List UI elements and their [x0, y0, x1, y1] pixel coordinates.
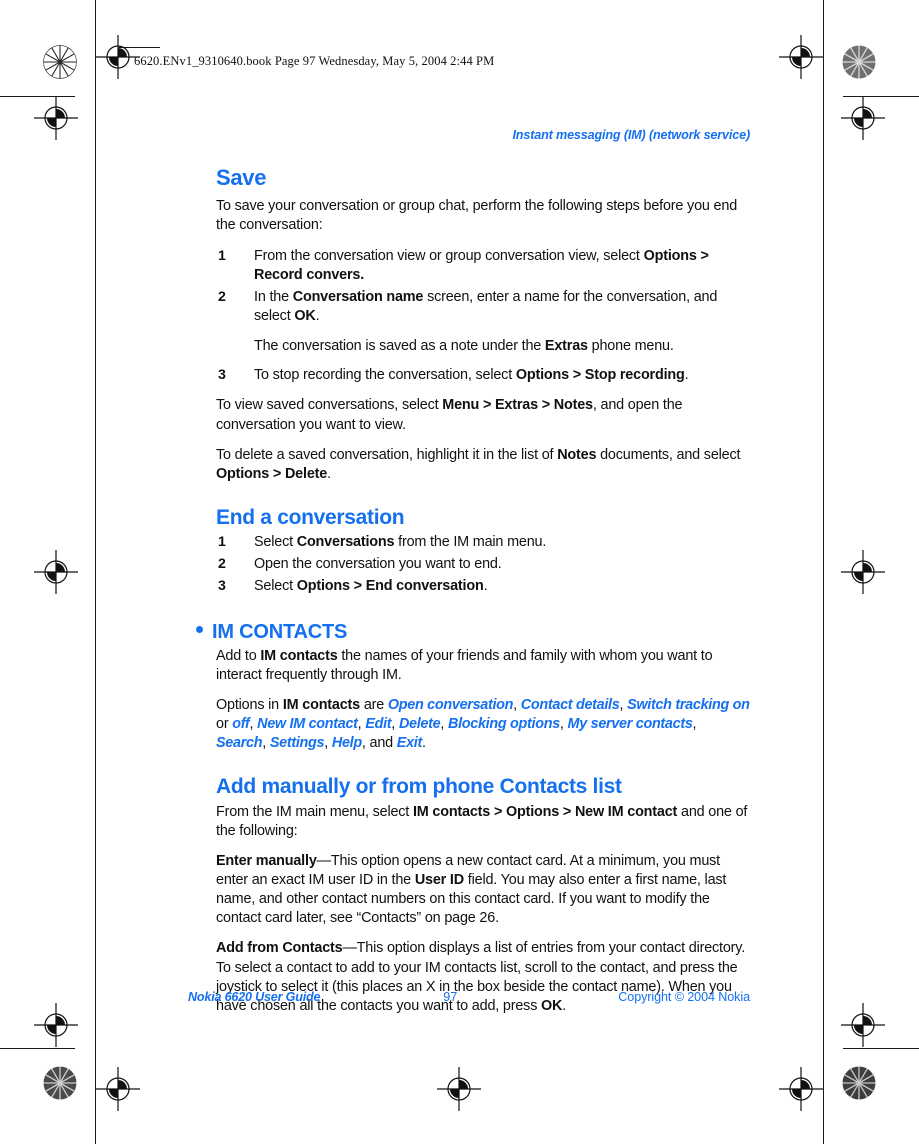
section-heading-end-conversation: End a conversation: [216, 506, 405, 530]
page-content: Instant messaging (IM) (network service)…: [196, 128, 750, 1027]
step-number: 3: [218, 578, 226, 595]
im-contacts-options-paragraph: Options in IM contacts are Open conversa…: [216, 696, 750, 752]
save-steps-list: 1 From the conversation view or group co…: [216, 247, 750, 327]
page-title: Save: [216, 165, 267, 190]
list-item: 3 Select Options > End conversation.: [216, 577, 750, 596]
footer-page-number: 97: [443, 990, 458, 1004]
registration-target: [96, 1067, 140, 1111]
registration-target: [779, 35, 823, 79]
density-star-patch: [43, 1066, 77, 1100]
step-number: 2: [218, 556, 226, 573]
trim-line-right: [823, 0, 824, 1144]
trim-line-bottom-right: [843, 1048, 919, 1049]
list-item: 2 In the Conversation name screen, enter…: [216, 288, 750, 326]
registration-target: [437, 1067, 481, 1111]
registration-target: [34, 550, 78, 594]
trim-line-header-rule: [118, 47, 160, 48]
step-number: 3: [218, 367, 226, 384]
list-item: 1 From the conversation view or group co…: [216, 247, 750, 285]
list-item: 1 Select Conversations from the IM main …: [216, 533, 750, 552]
registration-target: [34, 1003, 78, 1047]
density-star-patch: [43, 45, 77, 79]
step-text: Select Options > End conversation.: [254, 578, 488, 595]
save-substep-note: The conversation is saved as a note unde…: [254, 338, 674, 355]
view-saved-paragraph: To view saved conversations, select Menu…: [216, 397, 683, 433]
step-text: Select Conversations from the IM main me…: [254, 534, 547, 551]
im-contacts-intro-paragraph: Add to IM contacts the names of your fri…: [216, 647, 713, 683]
trim-line-top-right: [843, 96, 919, 97]
registration-target: [841, 1003, 885, 1047]
footer-guide-title: Nokia 6620 User Guide: [188, 990, 321, 1004]
density-star-patch: [842, 1066, 876, 1100]
add-from-contacts-paragraph: Add from Contacts—This option displays a…: [216, 940, 746, 1014]
registration-target: [34, 96, 78, 140]
density-star-patch: [842, 45, 876, 79]
page-footer: Nokia 6620 User Guide 97 Copyright © 200…: [188, 990, 750, 1004]
section-heading-add-manually: Add manually or from phone Contacts list: [216, 775, 622, 799]
step-text: In the Conversation name screen, enter a…: [254, 288, 718, 324]
enter-manually-paragraph: Enter manually—This option opens a new c…: [216, 852, 727, 927]
list-item: 2 Open the conversation you want to end.: [216, 555, 750, 574]
step-number: 1: [218, 534, 226, 551]
trim-line-bottom-left: [0, 1048, 75, 1049]
book-header-line: 6620.ENv1_9310640.book Page 97 Wednesday…: [134, 54, 495, 68]
trim-line-top-left: [0, 96, 75, 97]
section-heading-im-contacts: IM CONTACTS: [196, 621, 750, 644]
footer-copyright: Copyright © 2004 Nokia: [618, 990, 750, 1004]
end-conversation-steps-list: 1 Select Conversations from the IM main …: [216, 533, 750, 596]
add-manually-intro-paragraph: From the IM main menu, select IM contact…: [216, 803, 748, 839]
step-number: 2: [218, 288, 226, 305]
step-text: To stop recording the conversation, sele…: [254, 367, 689, 384]
running-head: Instant messaging (IM) (network service): [512, 128, 750, 142]
bullet-dot-icon: [196, 625, 203, 633]
registration-target: [841, 96, 885, 140]
step-text: Open the conversation you want to end.: [254, 556, 502, 573]
registration-target: [779, 1067, 823, 1111]
delete-saved-paragraph: To delete a saved conversation, highligh…: [216, 446, 741, 482]
section-heading-label: IM CONTACTS: [212, 620, 348, 643]
list-item: 3 To stop recording the conversation, se…: [216, 366, 750, 385]
trim-line-left: [95, 0, 96, 1144]
step-text: From the conversation view or group conv…: [254, 247, 709, 283]
save-intro-paragraph: To save your conversation or group chat,…: [216, 198, 738, 234]
step-number: 1: [218, 247, 226, 264]
registration-target: [841, 550, 885, 594]
save-steps-list-continued: 3 To stop recording the conversation, se…: [216, 366, 750, 385]
